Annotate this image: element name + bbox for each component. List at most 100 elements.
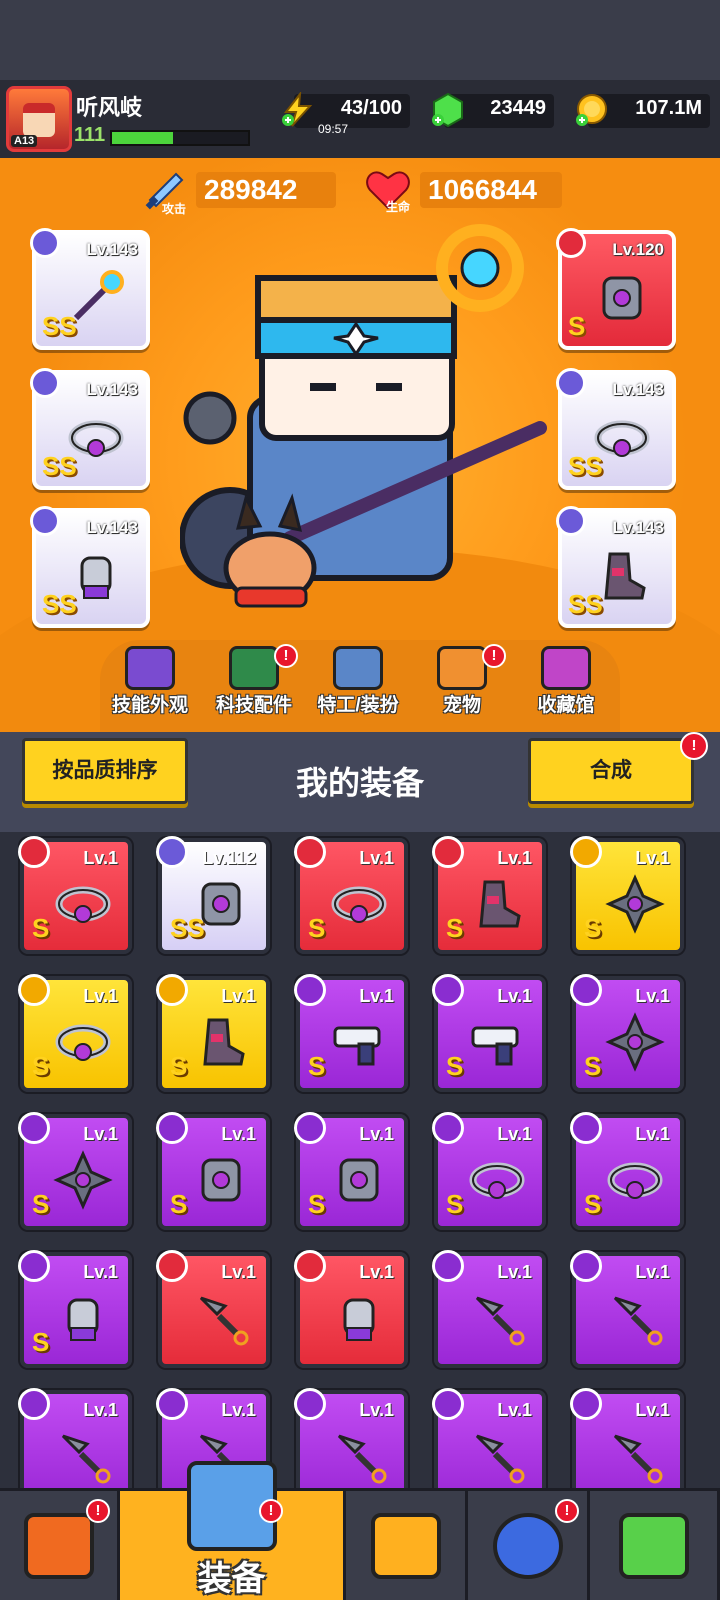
shuriken-icon bbox=[605, 874, 665, 934]
inventory-item[interactable]: Lv.1 bbox=[432, 1388, 546, 1488]
item-slot-badge bbox=[432, 1388, 464, 1420]
inventory-item[interactable]: Lv.1 bbox=[432, 1250, 546, 1368]
merge-button[interactable]: 合成 bbox=[528, 738, 694, 804]
merge-alert-badge: ! bbox=[680, 732, 708, 760]
armor-icon bbox=[201, 1158, 241, 1202]
item-slot-badge bbox=[18, 1112, 50, 1144]
item-slot-badge bbox=[18, 974, 50, 1006]
item-level: Lv.1 bbox=[359, 1400, 394, 1420]
inventory-item[interactable]: Lv.1 S bbox=[18, 974, 132, 1092]
equipped-slot-right-0[interactable]: Lv.120 S bbox=[556, 228, 676, 350]
inventory-item[interactable]: Lv.1 S bbox=[18, 1112, 132, 1230]
nav-label: 装备 bbox=[197, 1560, 266, 1598]
item-slot-badge bbox=[432, 1112, 464, 1144]
nav-equipment[interactable]: 装备! bbox=[120, 1461, 346, 1600]
feature-tabs: 技能外观 科技配件! 特工/装扮 宠物! 收藏馆 bbox=[100, 640, 620, 732]
planet-icon bbox=[492, 1513, 563, 1579]
equip-rank: SS bbox=[568, 451, 603, 481]
hero-character bbox=[180, 224, 547, 608]
item-rank: SS bbox=[170, 913, 205, 943]
item-level: Lv.1 bbox=[359, 986, 394, 1006]
equipment-screen: A13 听风岐 111 43/100 23449 107.1M 09:57 攻击… bbox=[0, 0, 720, 1600]
item-slot-badge bbox=[156, 836, 188, 868]
item-slot-badge bbox=[18, 1388, 50, 1420]
equip-slot-badge bbox=[556, 506, 586, 536]
equipped-slot-left-1[interactable]: Lv.143 SS bbox=[30, 368, 150, 490]
inventory-item[interactable]: Lv.1 S bbox=[294, 974, 408, 1092]
attack-value: 289842 bbox=[196, 172, 336, 208]
equip-rank: S bbox=[568, 311, 586, 341]
necklace-icon bbox=[55, 1024, 111, 1061]
sort-by-quality-button[interactable]: 按品质排序 bbox=[22, 738, 188, 804]
equip-level: Lv.143 bbox=[86, 518, 138, 537]
energy-timer: 09:57 bbox=[318, 122, 349, 136]
inventory-item[interactable]: Lv.1 S bbox=[432, 836, 546, 954]
energy-counter[interactable]: 43/100 bbox=[282, 92, 410, 128]
item-level: Lv.1 bbox=[497, 1400, 532, 1420]
lightning-icon bbox=[282, 92, 313, 127]
item-rank: S bbox=[32, 1189, 50, 1219]
inventory-item[interactable]: Lv.1 S bbox=[432, 974, 546, 1092]
inventory-item[interactable]: Lv.1 S bbox=[18, 836, 132, 954]
nav-shop[interactable]: ! bbox=[0, 1491, 120, 1600]
inventory-item[interactable]: Lv.1 bbox=[156, 1250, 270, 1368]
player-level: 111 bbox=[74, 124, 106, 146]
item-slot-badge bbox=[570, 974, 602, 1006]
inventory-item[interactable]: Lv.112 SS bbox=[156, 836, 270, 954]
health-value: 1066844 bbox=[420, 172, 562, 208]
inventory-item[interactable]: Lv.1 S bbox=[18, 1250, 132, 1368]
item-level: Lv.1 bbox=[497, 1124, 532, 1144]
avatar-face bbox=[23, 103, 55, 137]
inventory-item[interactable]: Lv.1 bbox=[294, 1250, 408, 1368]
equipped-slot-left-0[interactable]: Lv.143 SS bbox=[30, 228, 150, 350]
inventory-item[interactable]: Lv.1 S bbox=[570, 974, 684, 1092]
gem-value: 23449 bbox=[490, 97, 546, 119]
avatar[interactable]: A13 bbox=[6, 86, 72, 152]
inventory-item[interactable]: Lv.1 S bbox=[156, 1112, 270, 1230]
tab-pet[interactable]: 宠物! bbox=[412, 640, 512, 730]
tab-agent-outfit[interactable]: 特工/装扮 bbox=[308, 640, 408, 730]
item-level: Lv.1 bbox=[83, 986, 118, 1006]
inventory-item[interactable]: Lv.1 S bbox=[570, 1112, 684, 1230]
tab-skill-skin[interactable]: 技能外观 bbox=[100, 640, 200, 730]
item-level: Lv.1 bbox=[635, 1124, 670, 1144]
inventory-item[interactable]: Lv.1 S bbox=[570, 836, 684, 954]
player-name: 听风岐 bbox=[76, 95, 143, 120]
inventory-item[interactable]: Lv.1 S bbox=[156, 974, 270, 1092]
nav-alert-badge: ! bbox=[86, 1499, 110, 1523]
item-level: Lv.112 bbox=[202, 848, 256, 868]
coin-value: 107.1M bbox=[635, 97, 702, 119]
inventory-item[interactable]: Lv.1 bbox=[570, 1388, 684, 1488]
coin-counter[interactable]: 107.1M bbox=[576, 94, 710, 128]
item-slot-badge bbox=[156, 1388, 188, 1420]
equipped-slot-left-2[interactable]: Lv.143 SS bbox=[30, 506, 150, 628]
status-bar-area bbox=[0, 0, 720, 80]
equip-rank: SS bbox=[42, 311, 77, 341]
nav-battle[interactable] bbox=[346, 1491, 468, 1600]
shuriken-icon bbox=[53, 1150, 113, 1210]
equipped-slot-right-1[interactable]: Lv.143 SS bbox=[556, 368, 676, 490]
inventory-item[interactable]: Lv.1 bbox=[18, 1388, 132, 1488]
equipped-slot-right-2[interactable]: Lv.143 SS bbox=[556, 506, 676, 628]
dna-icon bbox=[618, 1513, 689, 1579]
tab-label: 技能外观 bbox=[111, 695, 188, 716]
item-rank: S bbox=[584, 1051, 602, 1081]
tab-tech-part[interactable]: 科技配件! bbox=[204, 640, 304, 730]
inventory-item[interactable]: Lv.1 S bbox=[294, 836, 408, 954]
inventory-item[interactable]: Lv.1 bbox=[570, 1250, 684, 1368]
inventory-item[interactable]: Lv.1 bbox=[294, 1388, 408, 1488]
tab-collection[interactable]: 收藏馆 bbox=[516, 640, 616, 730]
gem-counter[interactable]: 23449 bbox=[432, 92, 554, 128]
inventory-item[interactable]: Lv.1 S bbox=[432, 1112, 546, 1230]
inventory-item[interactable]: Lv.1 S bbox=[294, 1112, 408, 1230]
gem-icon bbox=[432, 92, 463, 128]
item-level: Lv.1 bbox=[635, 848, 670, 868]
tab-label: 收藏馆 bbox=[537, 695, 595, 716]
nav-lab[interactable] bbox=[590, 1491, 720, 1600]
nav-planet[interactable]: ! bbox=[468, 1491, 590, 1600]
gun-icon bbox=[471, 1026, 519, 1066]
item-level: Lv.1 bbox=[221, 1262, 256, 1282]
shop-icon bbox=[23, 1513, 94, 1579]
item-level: Lv.1 bbox=[83, 1400, 118, 1420]
kunai-icon bbox=[613, 1296, 663, 1346]
